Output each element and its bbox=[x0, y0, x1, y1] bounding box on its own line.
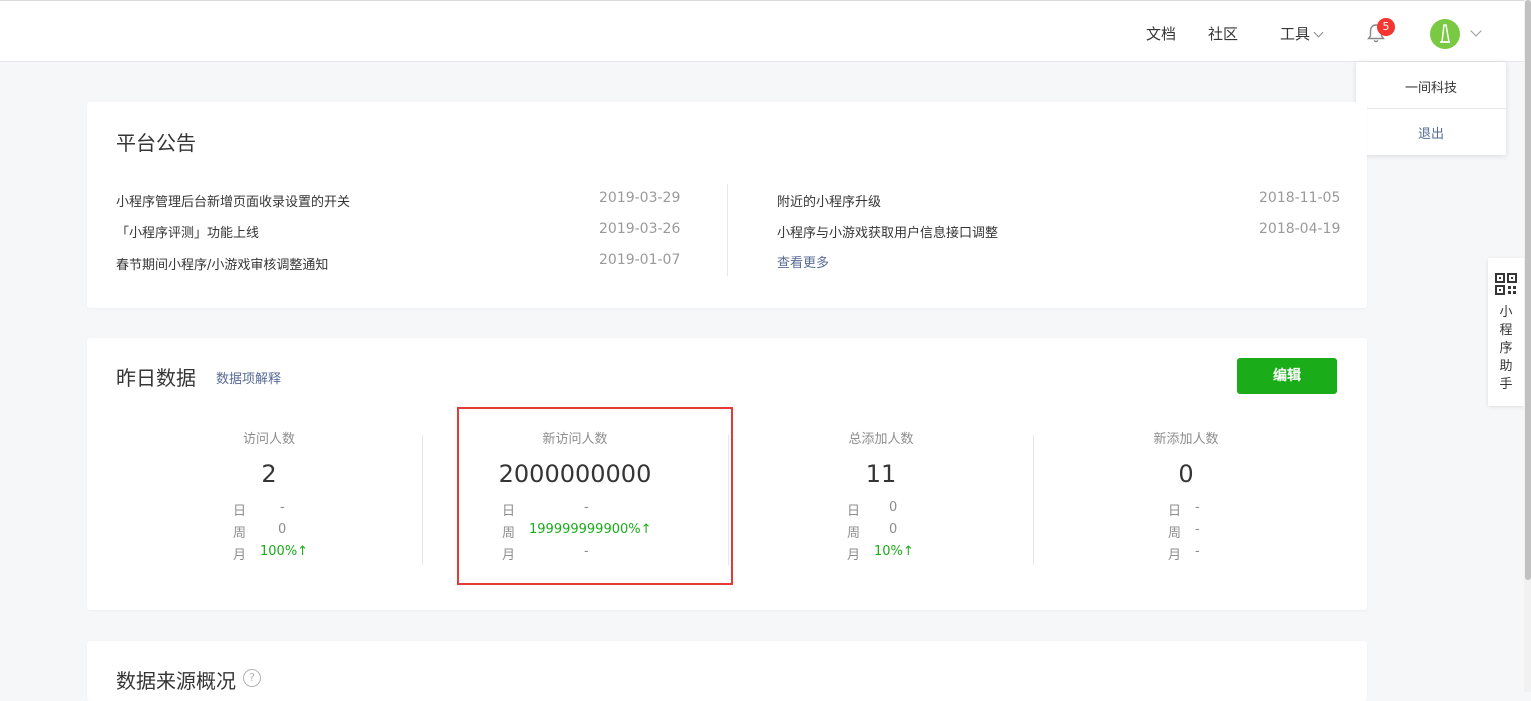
announcement-date: 2019-03-26 bbox=[599, 221, 681, 237]
announcement-card: 平台公告 小程序管理后台新增页面收录设置的开关 2019-03-29 「小程序评… bbox=[87, 102, 1367, 308]
chevron-down-icon[interactable] bbox=[1470, 25, 1482, 37]
week-label: 周 bbox=[847, 526, 861, 541]
week-label: 周 bbox=[233, 526, 247, 541]
nav-docs-link[interactable]: 文档 bbox=[1146, 23, 1176, 44]
help-icon[interactable]: ? bbox=[243, 669, 261, 687]
assistant-label-char: 序 bbox=[1499, 341, 1513, 356]
assistant-label-char: 小 bbox=[1499, 305, 1513, 320]
chevron-down-icon bbox=[1313, 27, 1324, 38]
month-value: 100%↑ bbox=[260, 544, 309, 559]
edit-button[interactable]: 编辑 bbox=[1237, 358, 1337, 394]
announcement-item[interactable]: 小程序管理后台新增页面收录设置的开关 bbox=[116, 191, 350, 210]
announcement-date: 2018-11-05 bbox=[1259, 190, 1341, 206]
day-value: - bbox=[1195, 500, 1200, 515]
announcement-item[interactable]: 「小程序评测」功能上线 bbox=[116, 222, 259, 241]
assistant-label-char: 助 bbox=[1499, 359, 1513, 374]
nav-community-link[interactable]: 社区 bbox=[1208, 23, 1238, 44]
account-dropdown: 一间科技 退出 bbox=[1356, 62, 1506, 155]
stat-label: 总添加人数 bbox=[848, 432, 914, 447]
day-value: - bbox=[280, 500, 285, 515]
stat-value: 2 bbox=[261, 460, 277, 488]
notification-badge: 5 bbox=[1377, 18, 1395, 36]
yesterday-data-title: 昨日数据 bbox=[116, 366, 196, 390]
highlight-box bbox=[457, 407, 733, 585]
scrollbar-thumb[interactable] bbox=[1525, 0, 1531, 580]
view-more-link[interactable]: 查看更多 bbox=[777, 252, 829, 271]
logout-link[interactable]: 退出 bbox=[1356, 123, 1506, 142]
avatar[interactable] bbox=[1430, 19, 1460, 49]
divider bbox=[1356, 108, 1506, 109]
day-label: 日 bbox=[233, 504, 247, 519]
month-value: - bbox=[1195, 544, 1200, 559]
assistant-label: 小 程 序 助 手 bbox=[1488, 304, 1524, 394]
week-value: 0 bbox=[278, 522, 287, 537]
announcement-date: 2018-04-19 bbox=[1259, 221, 1341, 237]
assistant-label-char: 手 bbox=[1499, 377, 1513, 392]
logo-icon bbox=[1440, 24, 1450, 43]
month-value: 10%↑ bbox=[874, 544, 914, 559]
top-bar: 文档 社区 工具 5 bbox=[0, 0, 1524, 62]
stat-label: 新添加人数 bbox=[1153, 432, 1219, 447]
data-explain-link[interactable]: 数据项解释 bbox=[216, 368, 281, 387]
week-value: 0 bbox=[889, 522, 898, 537]
announcement-title: 平台公告 bbox=[116, 131, 196, 155]
week-label: 周 bbox=[1168, 526, 1182, 541]
account-company-name: 一间科技 bbox=[1404, 81, 1457, 96]
day-label: 日 bbox=[1168, 504, 1182, 519]
data-source-card: 数据来源概况 ? bbox=[87, 641, 1367, 701]
day-label: 日 bbox=[847, 504, 861, 519]
announcement-item[interactable]: 附近的小程序升级 bbox=[777, 191, 881, 210]
mini-program-assistant[interactable]: 小 程 序 助 手 bbox=[1488, 258, 1524, 406]
stat-total-added: 总添加人数 11 日 0 周 0 月 10%↑ bbox=[728, 428, 1034, 563]
day-value: 0 bbox=[889, 500, 898, 515]
stat-new-added: 新添加人数 0 日 - 周 - 月 - bbox=[1033, 428, 1339, 563]
stat-label: 访问人数 bbox=[242, 432, 295, 447]
month-label: 月 bbox=[1168, 548, 1182, 563]
announcement-date: 2019-03-29 bbox=[599, 190, 681, 206]
announcement-date: 2019-01-07 bbox=[599, 252, 681, 268]
month-label: 月 bbox=[847, 548, 861, 563]
week-value: - bbox=[1195, 522, 1200, 537]
nav-tools-menu[interactable]: 工具 bbox=[1280, 23, 1324, 44]
qr-code-icon bbox=[1495, 273, 1517, 295]
assistant-label-char: 程 bbox=[1499, 323, 1513, 338]
column-divider bbox=[727, 184, 728, 276]
month-label: 月 bbox=[233, 548, 247, 563]
announcement-item[interactable]: 小程序与小游戏获取用户信息接口调整 bbox=[777, 222, 998, 241]
stat-value: 11 bbox=[865, 460, 897, 488]
nav-tools-label: 工具 bbox=[1280, 25, 1311, 43]
stat-visitors: 访问人数 2 日 - 周 0 月 100%↑ bbox=[116, 428, 422, 563]
data-source-title: 数据来源概况 bbox=[116, 669, 236, 693]
stat-value: 0 bbox=[1178, 460, 1194, 488]
announcement-item[interactable]: 春节期间小程序/小游戏审核调整通知 bbox=[116, 254, 328, 273]
